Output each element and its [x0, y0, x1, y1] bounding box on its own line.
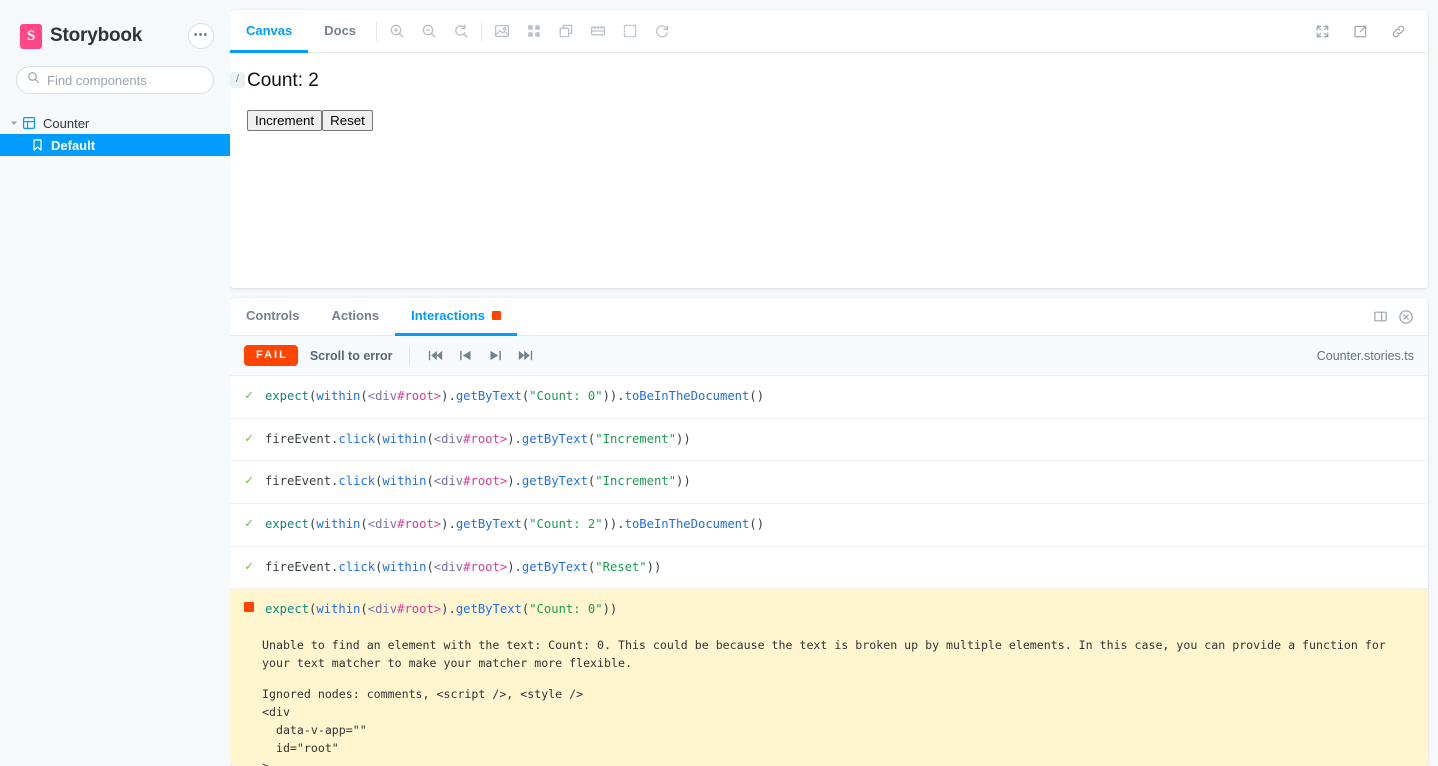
story-file-name: Counter.stories.ts: [1316, 348, 1414, 363]
error-message: Unable to find an element with the text:…: [243, 619, 1414, 766]
pass-status-icon: ✓: [245, 516, 253, 532]
chevron-down-icon[interactable]: [8, 117, 20, 129]
addon-panel-tabs: Controls Actions Interactions: [230, 298, 1428, 336]
panel-position-icon[interactable]: [1373, 309, 1388, 324]
dom-snippet: <div data-v-app="" id="root" >: [262, 705, 367, 766]
pass-status-icon: ✓: [245, 558, 253, 574]
error-text: Unable to find an element with the text:…: [262, 638, 1393, 671]
fail-status-icon: [243, 602, 255, 613]
tab-docs[interactable]: Docs: [308, 10, 372, 53]
interaction-code: expect(within(<div#root>).getByText("Cou…: [265, 389, 765, 403]
ellipsis-icon[interactable]: •••: [188, 23, 214, 49]
interaction-code: expect(within(<div#root>).getByText("Cou…: [265, 517, 765, 532]
count-display: Count: 2: [247, 70, 319, 91]
interaction-row[interactable]: ✓ expect(within(<div#root>).getByText("Co…: [230, 504, 1428, 547]
error-spacer: [262, 673, 1396, 686]
step-forward-icon[interactable]: [486, 346, 506, 366]
interaction-row[interactable]: ✓ expect(within(<div#root>).getByText("Co…: [230, 376, 1428, 419]
tab-controls[interactable]: Controls: [230, 298, 315, 336]
sidebar-item-counter[interactable]: Counter: [0, 112, 230, 134]
sidebar-header: S Storybook •••: [0, 0, 230, 54]
refresh-icon[interactable]: [648, 17, 676, 45]
search-wrap: /: [0, 54, 246, 94]
toolbar-divider: [376, 21, 378, 41]
main-area: Canvas Docs Count: 2 Increment Reset Con…: [230, 0, 1438, 766]
interaction-code: expect(within(<div#root>).getByText("Cou…: [265, 602, 618, 617]
bookmark-icon: [30, 138, 44, 152]
interaction-code: fireEvent.click(within(<div#root>).getBy…: [265, 559, 662, 574]
background-image-icon[interactable]: [488, 17, 516, 45]
sidebar-item-label: Counter: [43, 115, 90, 131]
zoom-out-icon[interactable]: [415, 17, 443, 45]
copy-link-icon[interactable]: [1384, 17, 1412, 45]
interaction-row[interactable]: ✓ fireEvent.click(within(<div#root>).getB…: [230, 547, 1428, 590]
pass-status-icon: ✓: [245, 473, 253, 489]
toolbar-divider-2: [481, 21, 483, 41]
tab-label: Actions: [331, 308, 380, 323]
interaction-code: fireEvent.click(within(<div#root>).getBy…: [265, 431, 691, 446]
storybook-app: S Storybook ••• /: [0, 0, 1438, 766]
search-icon: [27, 71, 40, 89]
tab-label: Interactions: [411, 308, 485, 323]
interaction-code: fireEvent.click(within(<div#root>).getBy…: [265, 474, 691, 489]
preview-card: Canvas Docs Count: 2 Increment Reset: [230, 10, 1428, 288]
toolbar-right-tools: [1306, 10, 1420, 52]
increment-button[interactable]: Increment: [247, 110, 323, 131]
grid-icon[interactable]: [520, 17, 548, 45]
interaction-row[interactable]: ✓ fireEvent.click(within(<div#root>).getB…: [230, 461, 1428, 505]
outline-icon[interactable]: [616, 17, 644, 45]
subbar-divider: [408, 346, 410, 365]
preview-tabs: Canvas Docs: [230, 10, 372, 53]
interactions-subbar: FAIL Scroll to error Counter.stories.ts: [230, 336, 1428, 376]
interaction-row[interactable]: ✓ fireEvent.click(within(<div#root>).getB…: [230, 419, 1428, 462]
brand-name: Storybook: [50, 25, 143, 46]
search-box[interactable]: /: [16, 66, 246, 94]
tab-actions[interactable]: Actions: [315, 298, 395, 336]
failed-assertion: expect(within(<div#root>).getByText("Cou…: [243, 601, 617, 619]
panel-actions: [1373, 298, 1428, 335]
ignored-nodes-text: Ignored nodes: comments, <script />, <st…: [262, 687, 584, 702]
fast-forward-to-end-icon[interactable]: [516, 346, 536, 366]
ruler-icon[interactable]: [584, 17, 612, 45]
tab-canvas[interactable]: Canvas: [230, 10, 309, 53]
close-panel-icon[interactable]: [1398, 309, 1414, 325]
pass-status-icon: ✓: [245, 430, 253, 446]
panel-tabs-spacer: [517, 298, 1373, 335]
interaction-row-failed: expect(within(<div#root>).getByText("Cou…: [230, 589, 1428, 766]
zoom-in-icon[interactable]: [383, 17, 411, 45]
status-badge[interactable]: FAIL: [244, 345, 298, 366]
rewind-to-start-icon[interactable]: [426, 346, 446, 366]
addon-panel: Controls Actions Interactions FAIL Scrol…: [230, 298, 1428, 766]
measure-icon[interactable]: [552, 17, 580, 45]
brand[interactable]: S Storybook: [20, 23, 188, 49]
view-tools: [486, 10, 678, 52]
story-canvas: Count: 2 Increment Reset: [230, 53, 1428, 288]
tab-label: Controls: [246, 308, 300, 323]
tab-interactions[interactable]: Interactions: [395, 298, 517, 336]
fail-badge-icon: [491, 311, 501, 320]
zoom-tools: [381, 10, 477, 52]
open-new-tab-icon[interactable]: [1346, 17, 1374, 45]
component-grid-icon: [22, 116, 36, 130]
component-tree: Counter Default: [0, 112, 230, 156]
pass-status-icon: ✓: [245, 388, 253, 403]
fullscreen-icon[interactable]: [1308, 17, 1336, 45]
interactions-list: ✓ expect(within(<div#root>).getByText("Co…: [230, 376, 1428, 766]
sidebar-item-default[interactable]: Default: [0, 134, 230, 156]
story-button-row: Increment Reset: [247, 110, 1411, 131]
sidebar: S Storybook ••• /: [0, 0, 246, 766]
step-back-icon[interactable]: [456, 346, 476, 366]
search-input[interactable]: [47, 72, 223, 88]
preview-toolbar: Canvas Docs: [230, 10, 1428, 53]
storybook-logo-icon: S: [20, 23, 42, 49]
sidebar-item-label: Default: [51, 137, 96, 153]
zoom-reset-icon[interactable]: [447, 17, 475, 45]
reset-button[interactable]: Reset: [322, 110, 373, 131]
playback-controls: [426, 346, 536, 366]
scroll-to-error-button[interactable]: Scroll to error: [310, 349, 393, 363]
search-shortcut-key: /: [230, 71, 246, 89]
